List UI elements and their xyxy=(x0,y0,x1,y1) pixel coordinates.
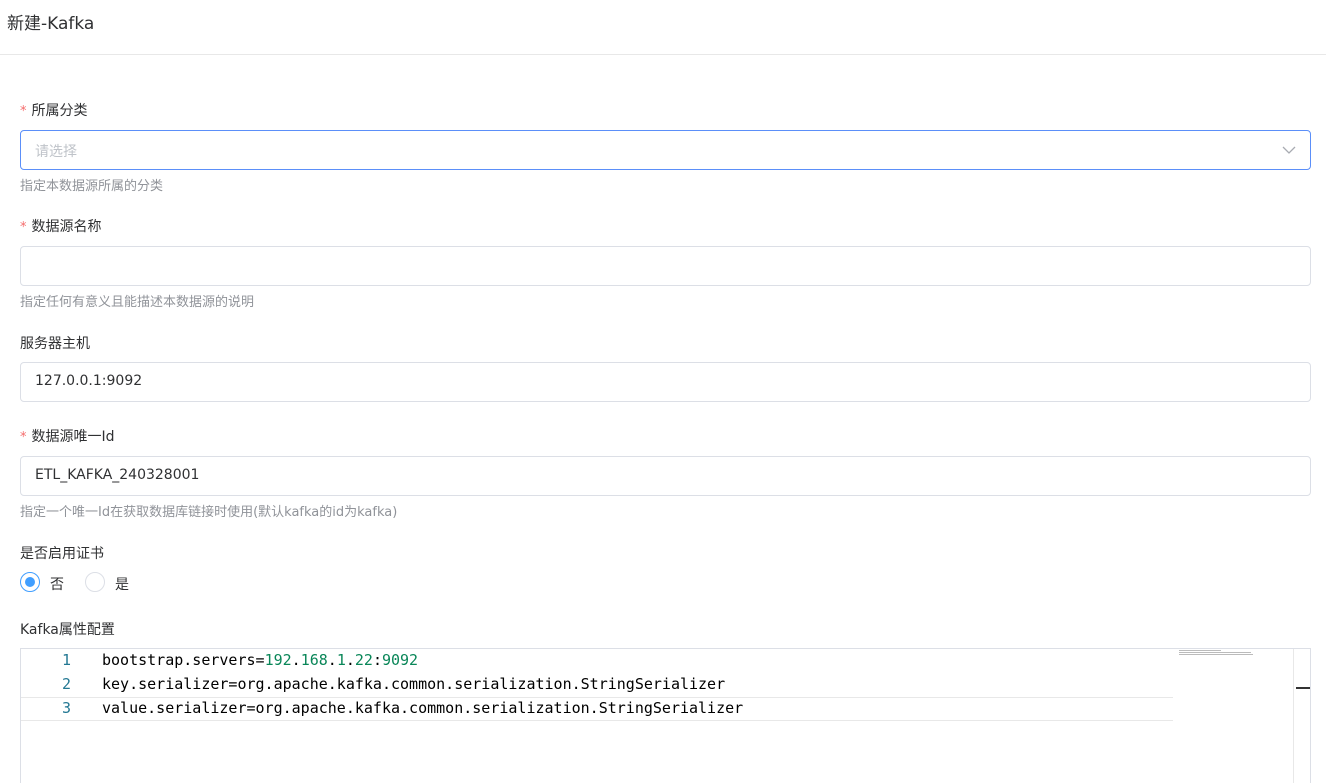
code-punct: . xyxy=(327,651,337,669)
datasource-id-help: 指定一个唯一Id在获取数据库链接时使用(默认kafka的id为kafka) xyxy=(20,505,398,520)
chevron-down-icon[interactable] xyxy=(1282,143,1296,157)
category-label: * 所属分类 xyxy=(20,100,88,120)
required-mark: * xyxy=(20,104,27,119)
datasource-id-value: ETL_KAFKA_240328001 xyxy=(35,467,200,483)
code-number: 168 xyxy=(300,651,328,669)
category-placeholder: 请选择 xyxy=(35,144,77,160)
code-punct: . xyxy=(291,651,301,669)
code-key: bootstrap.servers= xyxy=(102,651,265,669)
datasource-id-input[interactable]: ETL_KAFKA_240328001 xyxy=(20,456,1311,496)
code-line: 2 key.serializer=org.apache.kafka.common… xyxy=(21,673,1173,697)
category-select[interactable]: 请选择 xyxy=(20,130,1311,170)
minimap-line xyxy=(1179,654,1253,655)
datasource-name-input[interactable] xyxy=(20,246,1311,286)
radio-yes-label[interactable]: 是 xyxy=(115,574,129,594)
code-text[interactable]: key.serializer=org.apache.kafka.common.s… xyxy=(102,675,725,693)
server-host-label: 服务器主机 xyxy=(20,333,90,353)
code-number: 22 xyxy=(354,651,373,669)
code-punct: . xyxy=(345,651,355,669)
kafka-config-editor[interactable]: 1 bootstrap.servers=192.168.1.22:9092 2 … xyxy=(20,648,1311,783)
line-number: 2 xyxy=(61,675,71,693)
editor-scrollbar[interactable] xyxy=(1293,649,1310,783)
enable-cert-label-text: 是否启用证书 xyxy=(20,546,104,562)
server-host-input[interactable]: 127.0.0.1:9092 xyxy=(20,362,1311,402)
enable-cert-label: 是否启用证书 xyxy=(20,543,104,563)
server-host-label-text: 服务器主机 xyxy=(20,336,90,352)
code-text[interactable]: value.serializer=org.apache.kafka.common… xyxy=(102,699,743,717)
datasource-name-help: 指定任何有意义且能描述本数据源的说明 xyxy=(20,295,255,310)
required-mark: * xyxy=(20,430,27,445)
radio-yes[interactable] xyxy=(85,572,105,592)
page-header: 新建-Kafka xyxy=(0,0,1326,55)
server-host-value: 127.0.0.1:9092 xyxy=(35,373,143,389)
line-number: 3 xyxy=(61,699,71,717)
category-help: 指定本数据源所属的分类 xyxy=(20,179,164,194)
radio-no-label[interactable]: 否 xyxy=(50,574,64,594)
code-text[interactable]: bootstrap.servers=192.168.1.22:9092 xyxy=(102,651,418,669)
radio-no[interactable] xyxy=(20,572,40,592)
datasource-id-label-text: 数据源唯一Id xyxy=(31,429,115,445)
page-title: 新建-Kafka xyxy=(7,14,95,34)
required-mark: * xyxy=(20,220,27,235)
kafka-config-label-text: Kafka属性配置 xyxy=(20,622,115,638)
datasource-name-label-text: 数据源名称 xyxy=(31,219,102,235)
code-punct: : xyxy=(372,651,382,669)
scroll-cursor-marker xyxy=(1296,687,1310,689)
datasource-id-label: * 数据源唯一Id xyxy=(20,426,115,446)
editor-minimap[interactable] xyxy=(1179,649,1259,659)
datasource-name-label: * 数据源名称 xyxy=(20,216,102,236)
code-line: 1 bootstrap.servers=192.168.1.22:9092 xyxy=(21,649,1173,673)
minimap-line xyxy=(1179,650,1221,651)
code-number: 9092 xyxy=(381,651,419,669)
kafka-config-label: Kafka属性配置 xyxy=(20,619,115,639)
line-number: 1 xyxy=(61,651,71,669)
minimap-line xyxy=(1179,652,1251,653)
code-number: 192 xyxy=(264,651,292,669)
category-label-text: 所属分类 xyxy=(31,103,88,119)
code-line-current: 3 value.serializer=org.apache.kafka.comm… xyxy=(21,697,1173,721)
code-number: 1 xyxy=(336,651,346,669)
